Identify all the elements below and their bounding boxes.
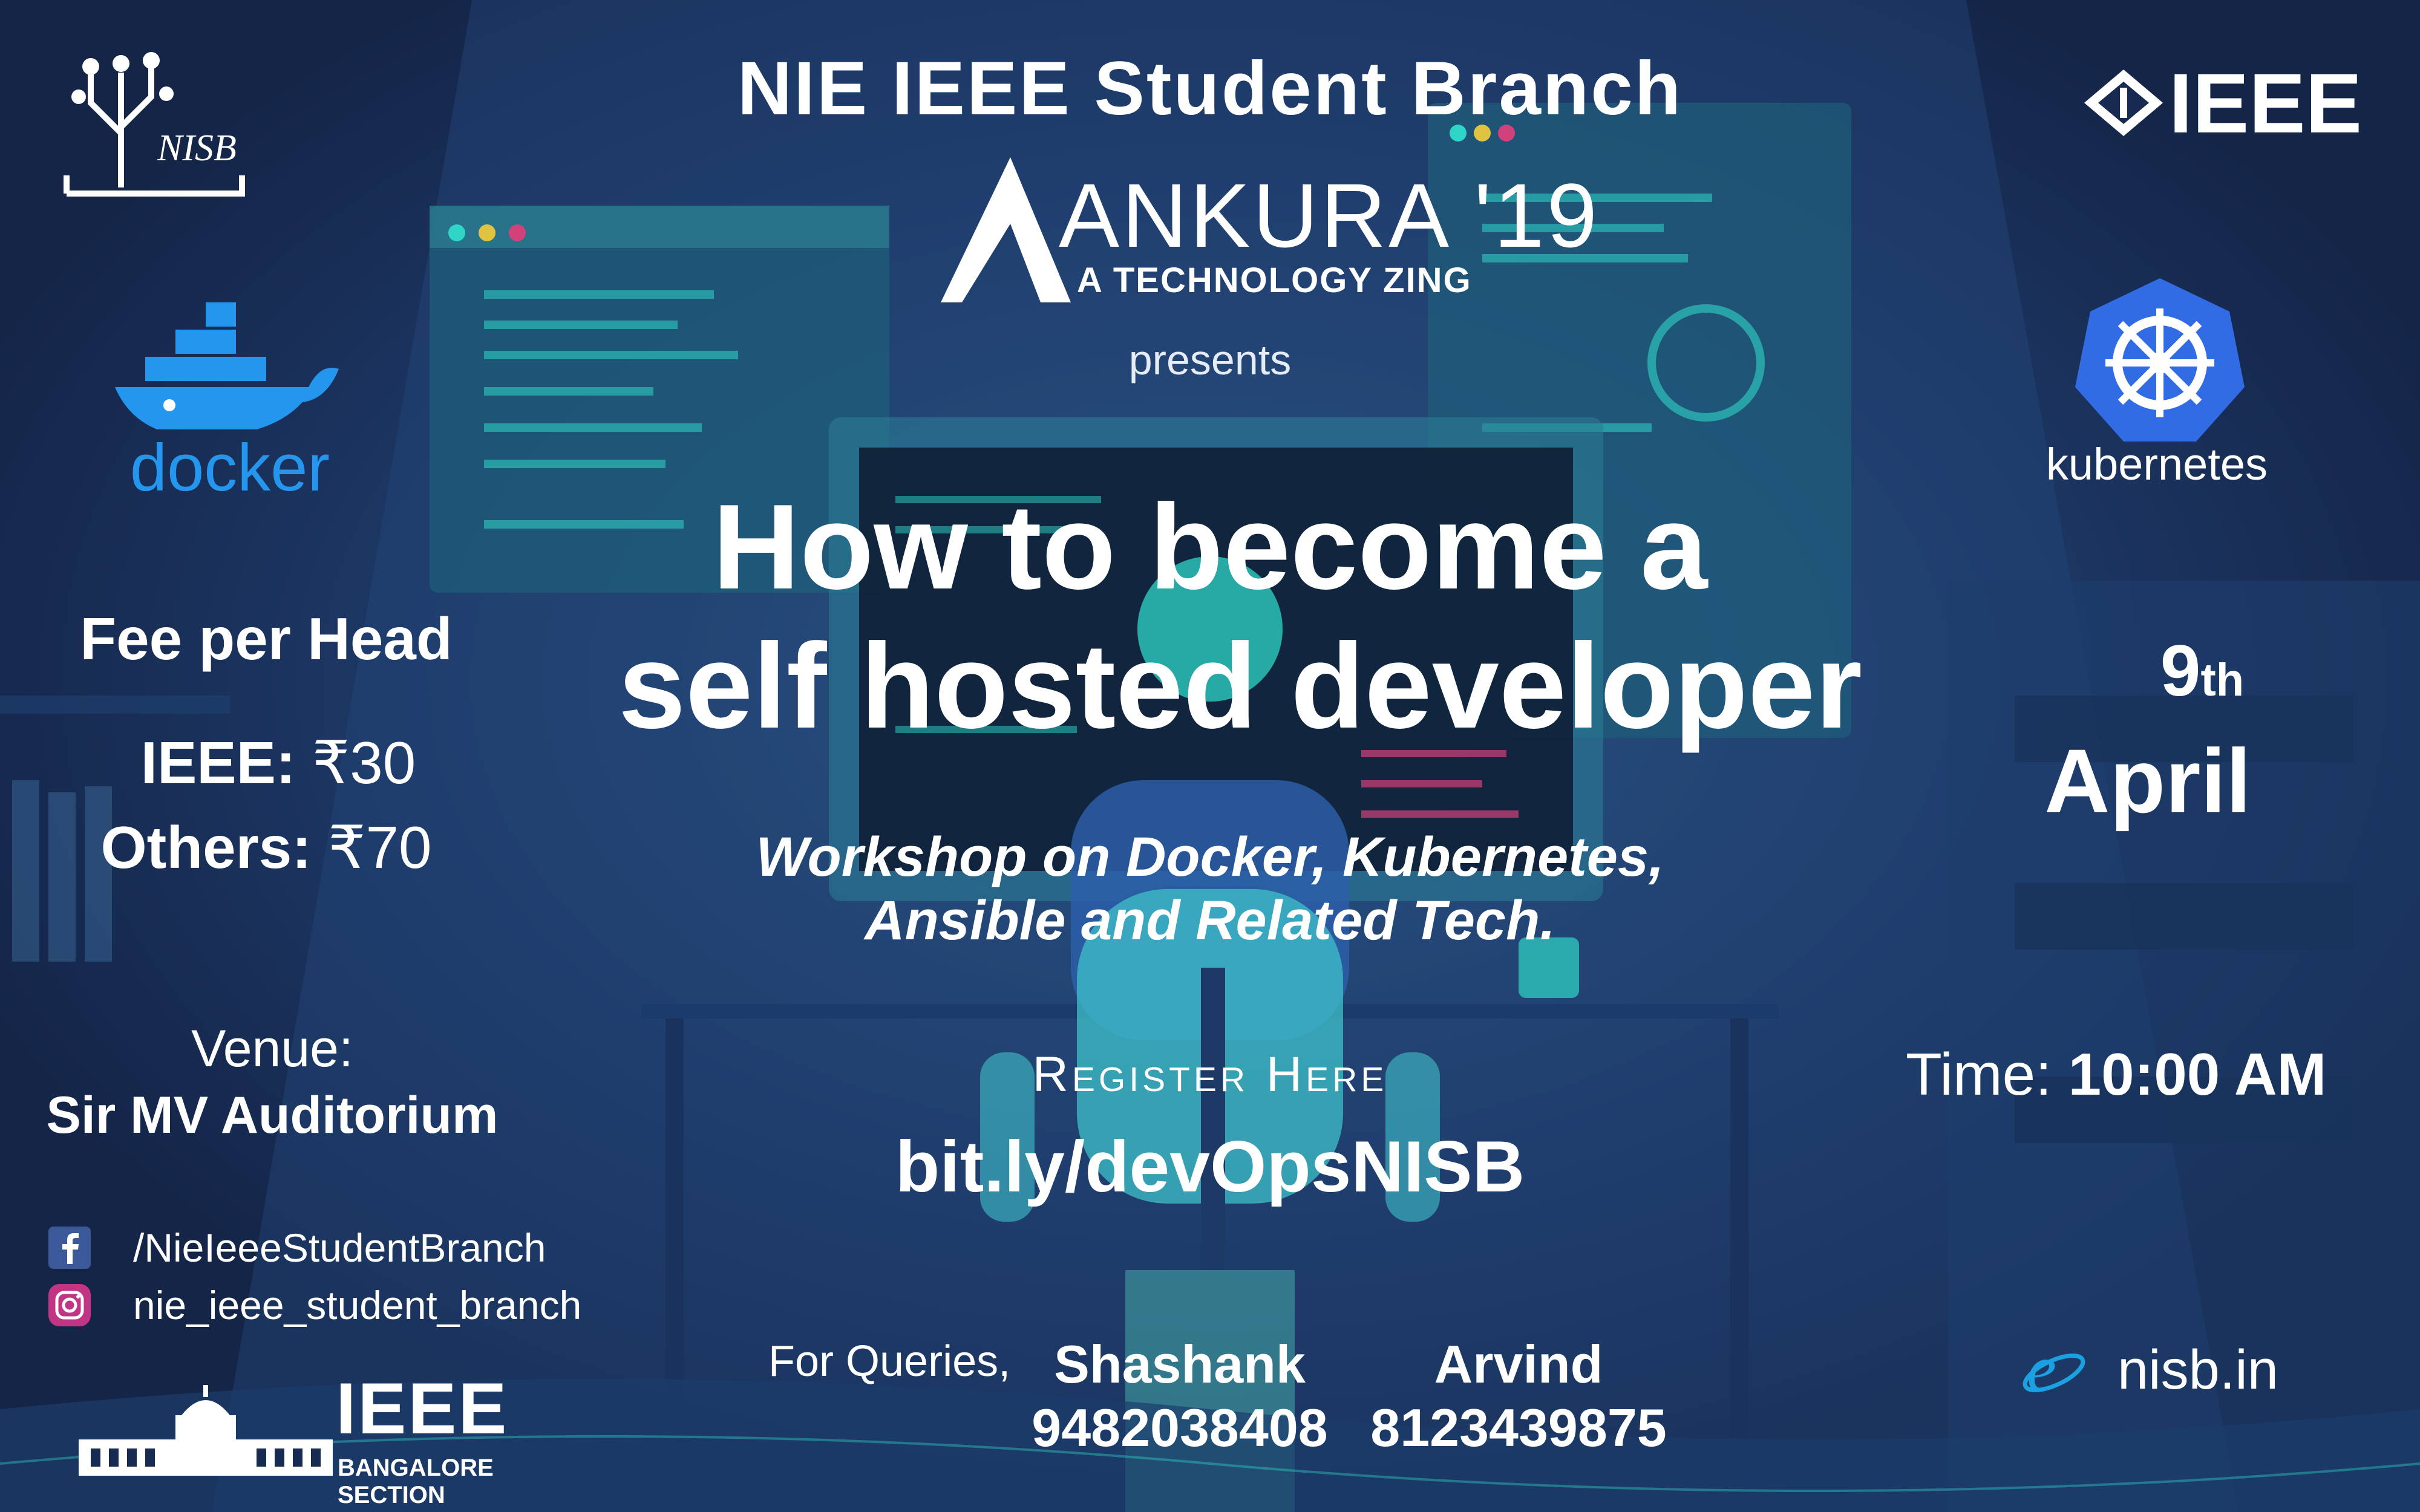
- venue-name: Sir MV Auditorium: [46, 1086, 499, 1144]
- facebook-icon: [48, 1227, 91, 1269]
- ieee-logo: IEEE: [2081, 56, 2372, 151]
- fee-others-label: Others:: [100, 814, 312, 881]
- venue-label: Venue:: [191, 1020, 353, 1078]
- headline-line1: How to become a: [712, 480, 1708, 614]
- date-day-number: 9: [2160, 630, 2201, 711]
- facebook-link[interactable]: /NieIeeeStudentBranch: [48, 1225, 546, 1273]
- kubernetes-helm-icon: [2075, 278, 2245, 442]
- presents-text: presents: [1128, 336, 1292, 383]
- headline-line2: self hosted developer: [618, 619, 1863, 754]
- contact-phone[interactable]: 9482038408: [1028, 1397, 1331, 1459]
- event-time: Time: 10:00 AM: [1906, 1040, 2390, 1109]
- vidhana-soudha-icon: [79, 1385, 333, 1476]
- ieee-bangalore-section: BANGALORE SECTION: [338, 1455, 494, 1508]
- register-label: Register Here: [1032, 1047, 1388, 1102]
- docker-wordmark: docker: [129, 431, 330, 505]
- queries-label: For Queries,: [768, 1337, 1011, 1386]
- time-value: 10:00 AM: [2068, 1041, 2327, 1107]
- subheadline-line2: Ansible and Related Tech.: [865, 890, 1555, 951]
- docker-whale-icon: [115, 302, 339, 437]
- ieee-bangalore-logo: IEEE BANGALORE SECTION: [79, 1368, 551, 1508]
- fee-heading: Fee per Head: [80, 605, 453, 672]
- fee-ieee-label: IEEE:: [140, 729, 296, 796]
- svg-text:e: e: [2027, 1337, 2056, 1403]
- kubernetes-logo: [2069, 272, 2251, 448]
- fee-ieee-value: ₹30: [312, 729, 416, 796]
- ankura-logo: ANKURA '19 A TECHNOLOGY ZING: [938, 151, 1597, 345]
- date-day-suffix: th: [2200, 654, 2245, 706]
- register-link[interactable]: bit.ly/devOpsNISB: [786, 1125, 1634, 1208]
- branch-title: NIE IEEE Student Branch: [737, 47, 1683, 131]
- browser-icon: e: [2023, 1337, 2085, 1403]
- instagram-link[interactable]: nie_ieee_student_branch: [48, 1282, 581, 1331]
- event-subtitle: A TECHNOLOGY ZING: [1077, 261, 1472, 300]
- fee-others-value: ₹70: [328, 814, 432, 881]
- nisb-logo-text: NISB: [157, 128, 237, 169]
- contact-phone[interactable]: 8123439875: [1367, 1397, 1670, 1459]
- contact-name: Shashank: [1054, 1334, 1306, 1394]
- ieee-bangalore-wordmark: IEEE: [336, 1368, 509, 1449]
- subheadline-line1: Workshop on Docker, Kubernetes,: [756, 826, 1664, 888]
- fee-others: Others: ₹70: [24, 813, 508, 882]
- kubernetes-wordmark: kubernetes: [2046, 439, 2268, 489]
- facebook-handle: /NieIeeeStudentBranch: [133, 1225, 546, 1270]
- docker-logo: docker: [109, 296, 351, 505]
- time-label: Time:: [1906, 1041, 2052, 1107]
- event-date-day: 9th: [2111, 629, 2293, 712]
- ieee-wordmark: IEEE: [2169, 56, 2363, 151]
- ankura-a-icon: [941, 157, 1071, 302]
- contact-name: Arvind: [1434, 1334, 1603, 1394]
- website-url: nisb.in: [2118, 1338, 2278, 1401]
- instagram-icon: [48, 1284, 91, 1326]
- website-link[interactable]: e nisb.in: [2021, 1337, 2278, 1403]
- event-date-month: April: [2044, 730, 2251, 832]
- fee-ieee: IEEE: ₹30: [36, 729, 520, 798]
- event-title: ANKURA '19: [1059, 165, 1600, 266]
- nisb-logo: NISB: [60, 36, 290, 218]
- instagram-handle: nie_ieee_student_branch: [133, 1283, 582, 1328]
- ieee-diamond-icon: [2084, 70, 2163, 136]
